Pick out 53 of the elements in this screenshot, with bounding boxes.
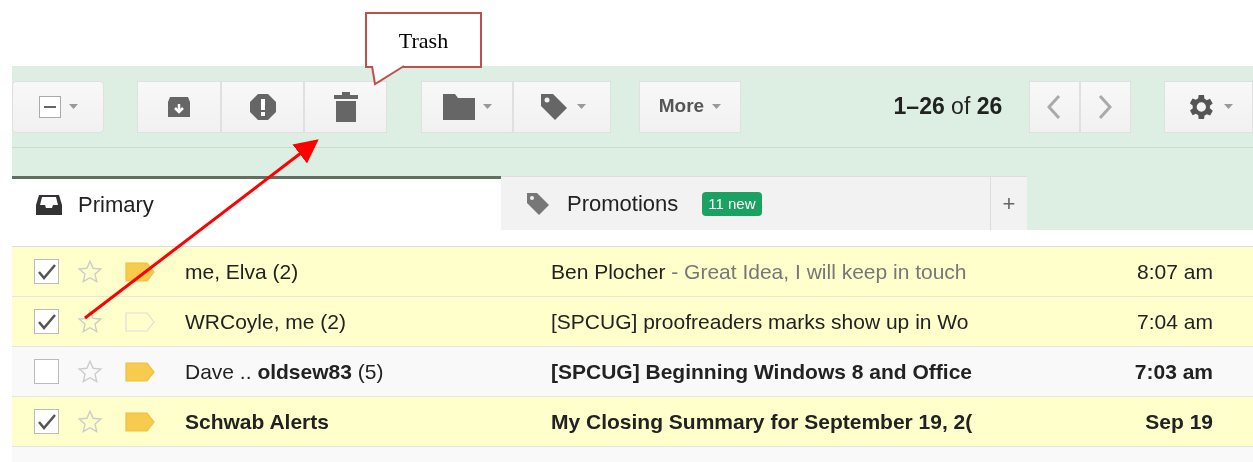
star-icon[interactable] xyxy=(77,408,103,435)
chevron-right-icon xyxy=(1098,93,1113,120)
delete-button[interactable] xyxy=(304,80,388,133)
message-time: 7:04 am xyxy=(1136,308,1213,335)
new-count-badge: 11 new xyxy=(702,191,762,216)
caret-icon xyxy=(1223,104,1233,109)
previous-page-button[interactable] xyxy=(1028,80,1080,133)
labels-button[interactable] xyxy=(513,80,612,133)
trash-icon xyxy=(333,91,358,122)
move-to-button[interactable] xyxy=(421,80,514,133)
importance-marker-icon[interactable] xyxy=(125,361,155,382)
tag-icon xyxy=(525,190,551,217)
caret-icon xyxy=(482,104,492,109)
importance-marker-icon[interactable] xyxy=(125,311,155,332)
message-time: Sep 19 xyxy=(1144,408,1213,435)
callout-tail xyxy=(370,64,406,86)
star-icon[interactable] xyxy=(77,258,103,285)
message-time: 7:03 am xyxy=(1133,358,1213,385)
inbox-icon xyxy=(36,193,62,216)
sender-name: me, Elva (2) xyxy=(185,258,300,285)
checkbox[interactable] xyxy=(34,309,59,334)
caret-icon xyxy=(576,104,586,109)
next-page-button[interactable] xyxy=(1079,80,1131,133)
checkbox[interactable] xyxy=(34,359,59,384)
star-icon[interactable] xyxy=(77,308,103,335)
caret-icon xyxy=(712,104,722,109)
checkbox[interactable] xyxy=(34,409,59,434)
message-subject[interactable]: [SPCUG] proofreaders marks show up in Wo xyxy=(551,305,1043,338)
message-subject[interactable]: My Closing Summary for September 19, 2( xyxy=(551,405,1043,438)
checkbox[interactable] xyxy=(34,259,59,284)
message-subject[interactable]: Ben Plocher - Great Idea, I will keep in touch xyxy=(551,255,1043,288)
add-tab-button[interactable]: + xyxy=(990,176,1027,230)
message-subject[interactable]: [SPCUG] Beginning Windows 8 and Office xyxy=(551,355,1043,388)
settings-button[interactable] xyxy=(1163,80,1253,133)
tab[interactable]: Primary xyxy=(12,176,501,230)
sender-name: Schwab Alerts xyxy=(185,408,330,435)
archive-icon xyxy=(168,96,191,117)
tab[interactable]: Promotions 11 new xyxy=(501,176,990,230)
select-all-button[interactable] xyxy=(12,80,105,133)
report-spam-button[interactable] xyxy=(221,80,305,133)
archive-button[interactable] xyxy=(137,80,222,133)
more-button[interactable]: More xyxy=(639,80,741,133)
page-range: 1–26 of 26 xyxy=(893,92,1004,122)
sender-name: WRCoyle, me (2) xyxy=(185,308,348,335)
sender-name: Dave .. oldsew83 (5) xyxy=(185,358,385,385)
message-time: 8:07 am xyxy=(1136,258,1213,285)
tag-icon xyxy=(538,91,569,122)
star-icon[interactable] xyxy=(77,358,103,385)
chevron-left-icon xyxy=(1047,93,1062,120)
caret-icon xyxy=(68,104,78,109)
folder-icon xyxy=(442,93,475,120)
importance-marker-icon[interactable] xyxy=(125,411,155,432)
exclamation-icon xyxy=(249,93,276,120)
